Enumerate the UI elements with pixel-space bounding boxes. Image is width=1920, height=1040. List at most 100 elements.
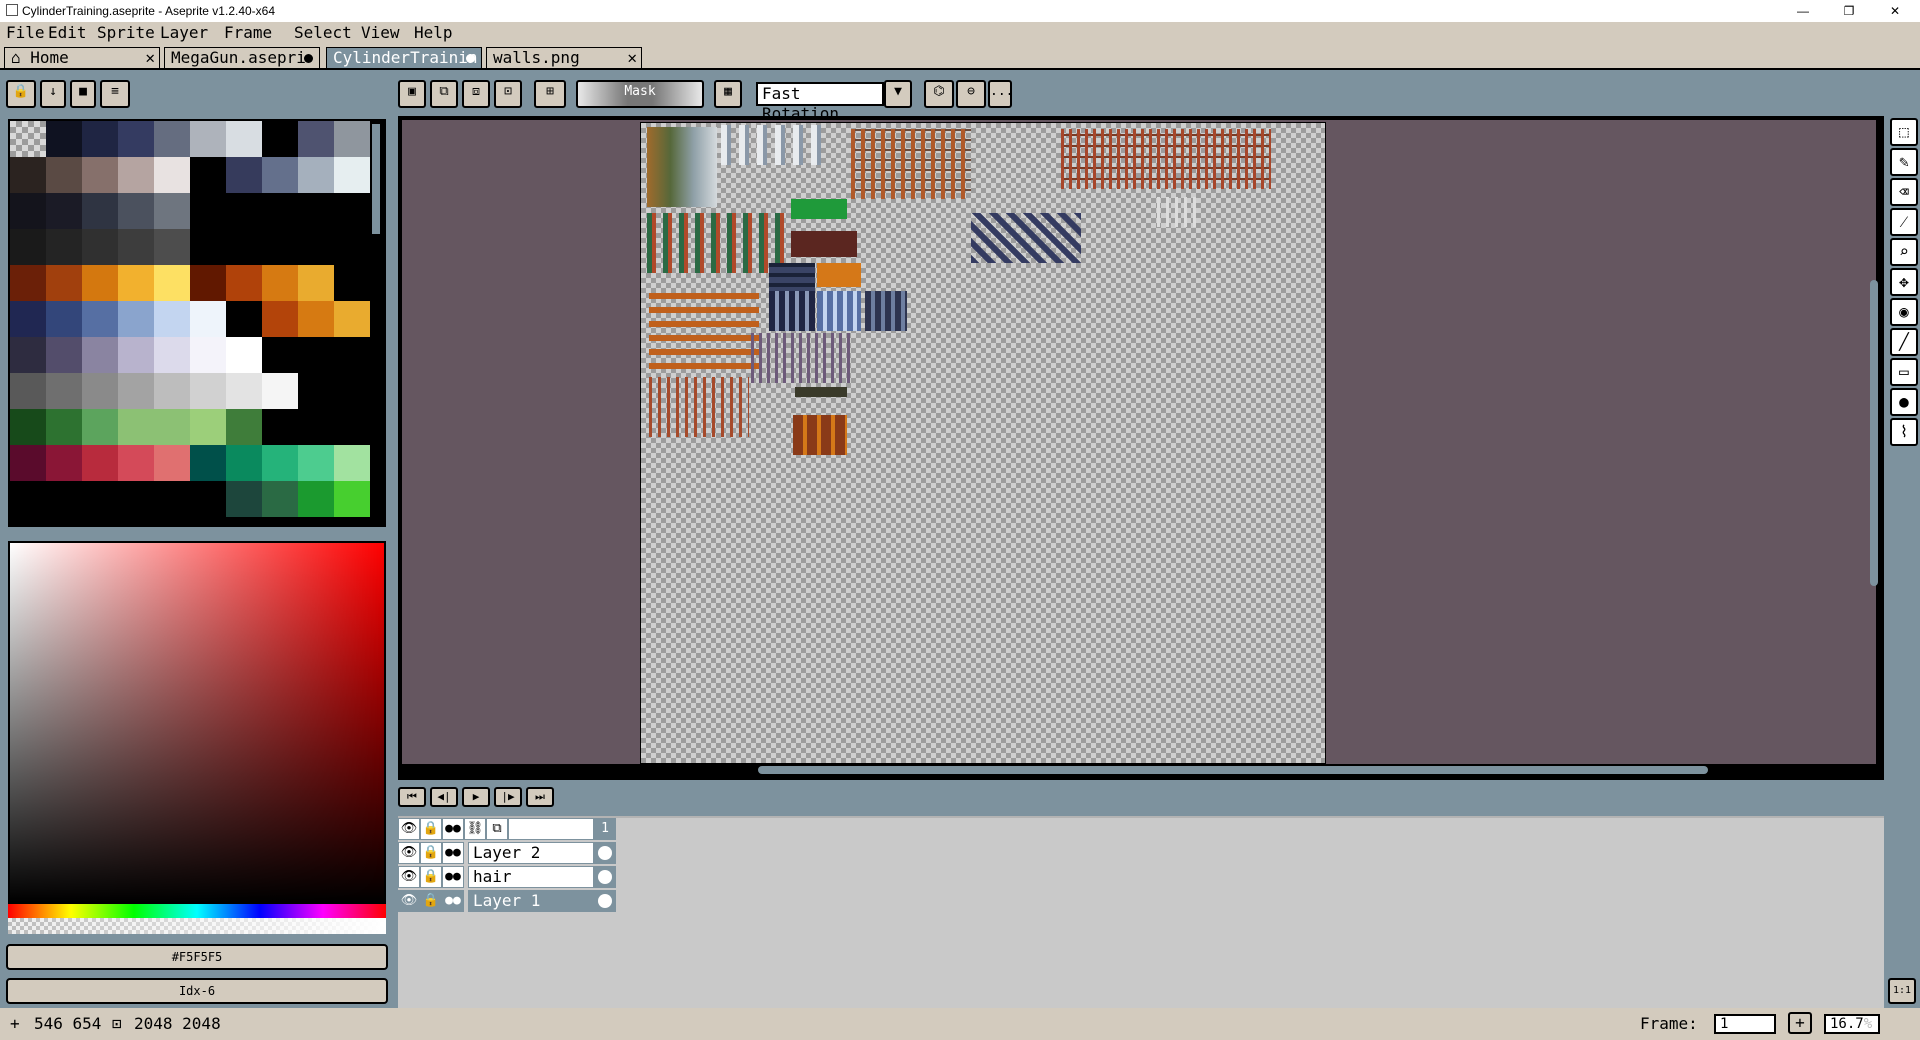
palette-swatch[interactable] (262, 265, 298, 301)
palette-swatch[interactable] (46, 409, 82, 445)
palette-swatch[interactable] (226, 157, 262, 193)
maximize-button[interactable]: ❐ (1826, 0, 1872, 22)
palette-presets-button[interactable]: ■ (70, 80, 96, 108)
selection-add-button[interactable]: ⧉ (430, 80, 458, 108)
hue-slider[interactable] (8, 904, 386, 918)
palette-swatch[interactable] (334, 193, 370, 229)
color-spectrum[interactable] (8, 541, 386, 904)
palette-swatch[interactable] (334, 409, 370, 445)
palette-swatch[interactable] (298, 409, 334, 445)
palette-swatch[interactable] (10, 193, 46, 229)
sprite-canvas[interactable] (640, 122, 1326, 764)
palette-swatch[interactable] (154, 157, 190, 193)
palette-swatch[interactable] (190, 481, 226, 517)
palette-swatch[interactable] (154, 193, 190, 229)
cel[interactable] (594, 842, 616, 864)
first-frame-button[interactable]: ⏮ (398, 787, 426, 807)
new-layer-icon[interactable]: ⧉ (486, 818, 508, 840)
palette-swatch[interactable] (334, 481, 370, 517)
previous-frame-button[interactable]: ◀| (430, 787, 458, 807)
frame-number[interactable]: 1 (594, 818, 616, 840)
palette-swatch[interactable] (154, 121, 190, 157)
palette-swatch[interactable] (334, 301, 370, 337)
palette-swatch[interactable] (334, 373, 370, 409)
palette-swatch[interactable] (46, 121, 82, 157)
menu-sprite[interactable]: Sprite (97, 23, 155, 42)
eye-icon[interactable]: 👁 (398, 890, 420, 912)
palette-swatch[interactable] (46, 229, 82, 265)
palette-swatch[interactable] (82, 373, 118, 409)
color-index-field[interactable]: Idx-6 (6, 978, 388, 1004)
paint-bucket-tool[interactable]: ◉ (1890, 298, 1918, 326)
eye-icon[interactable]: 👁 (398, 842, 420, 864)
palette-swatch[interactable] (46, 301, 82, 337)
lock-icon[interactable]: 🔒 (420, 890, 442, 912)
selection-subtract-button[interactable]: ⧈ (462, 80, 490, 108)
vertical-scrollbar[interactable] (1870, 280, 1878, 586)
palette-swatch[interactable] (82, 229, 118, 265)
tab-walls[interactable]: walls.png ✕ (486, 47, 642, 68)
palette-swatch[interactable] (118, 337, 154, 373)
link-cels-icon[interactable]: ⛓ (464, 818, 486, 840)
palette-swatch[interactable] (118, 445, 154, 481)
zoom-input[interactable]: 16.7% (1824, 1014, 1880, 1034)
add-frame-button[interactable]: + (1788, 1012, 1812, 1034)
palette-swatch[interactable] (82, 481, 118, 517)
transparent-color-button[interactable]: ▦ (714, 80, 742, 108)
layer-name[interactable]: Layer 1 (468, 890, 594, 912)
play-button[interactable]: ▶ (462, 787, 490, 807)
palette-swatch[interactable] (118, 373, 154, 409)
palette-swatch[interactable] (118, 301, 154, 337)
rotation-algorithm-select[interactable]: Fast Rotation (756, 82, 884, 123)
palette-swatch[interactable] (334, 121, 370, 157)
tab-home[interactable]: ⌂ Home ✕ (4, 47, 160, 68)
palette-swatch[interactable] (82, 301, 118, 337)
palette-swatch[interactable] (118, 157, 154, 193)
tab-close-icon[interactable]: ✕ (145, 48, 155, 67)
continuous-icon[interactable]: ●● (442, 842, 464, 864)
continuous-icon[interactable]: ●● (442, 866, 464, 888)
palette-swatch[interactable] (298, 229, 334, 265)
palette-swatch[interactable] (118, 229, 154, 265)
palette-swatch[interactable] (82, 337, 118, 373)
palette-scrollbar[interactable] (372, 124, 380, 234)
selection-intersect-button[interactable]: ⊡ (494, 80, 522, 108)
palette-swatch[interactable] (10, 301, 46, 337)
rectangle-tool[interactable]: ▭ (1890, 358, 1918, 386)
more-options-button[interactable]: ... (988, 80, 1013, 108)
horizontal-scrollbar[interactable] (758, 766, 1708, 774)
palette-swatch[interactable] (154, 481, 190, 517)
palette-swatch[interactable] (262, 445, 298, 481)
palette-swatch[interactable] (226, 121, 262, 157)
palette-swatch[interactable] (118, 265, 154, 301)
snap-pixels-button[interactable]: ⌬ (924, 80, 954, 108)
palette-swatch[interactable] (226, 373, 262, 409)
palette-swatch[interactable] (154, 229, 190, 265)
palette-swatch[interactable] (190, 409, 226, 445)
menu-view[interactable]: View (361, 23, 400, 42)
zoom-tool[interactable]: ⌕ (1890, 238, 1918, 266)
continuous-icon[interactable]: ●● (442, 890, 464, 912)
palette-swatch[interactable] (82, 409, 118, 445)
cel[interactable] (594, 890, 616, 912)
hex-color-field[interactable]: #F5F5F5 (6, 944, 388, 970)
menu-frame[interactable]: Frame (224, 23, 272, 42)
palette-swatch[interactable] (82, 121, 118, 157)
palette-swatch[interactable] (46, 445, 82, 481)
palette-swatch[interactable] (82, 157, 118, 193)
menu-edit[interactable]: Edit (48, 23, 87, 42)
palette-swatch[interactable] (190, 265, 226, 301)
palette-swatch[interactable] (46, 193, 82, 229)
rectangular-marquee-tool[interactable]: ⬚ (1890, 118, 1918, 146)
palette-swatch[interactable] (334, 445, 370, 481)
cel[interactable] (594, 866, 616, 888)
transparent-color-mask-button[interactable]: Mask (576, 80, 704, 108)
eye-icon[interactable]: 👁 (398, 818, 420, 840)
palette-swatch[interactable] (298, 373, 334, 409)
palette-swatch[interactable] (118, 409, 154, 445)
palette-swatch[interactable] (298, 121, 334, 157)
palette-swatch[interactable] (262, 193, 298, 229)
lock-icon[interactable]: 🔒 (420, 842, 442, 864)
palette-swatch[interactable] (10, 157, 46, 193)
palette-swatch[interactable] (10, 229, 46, 265)
